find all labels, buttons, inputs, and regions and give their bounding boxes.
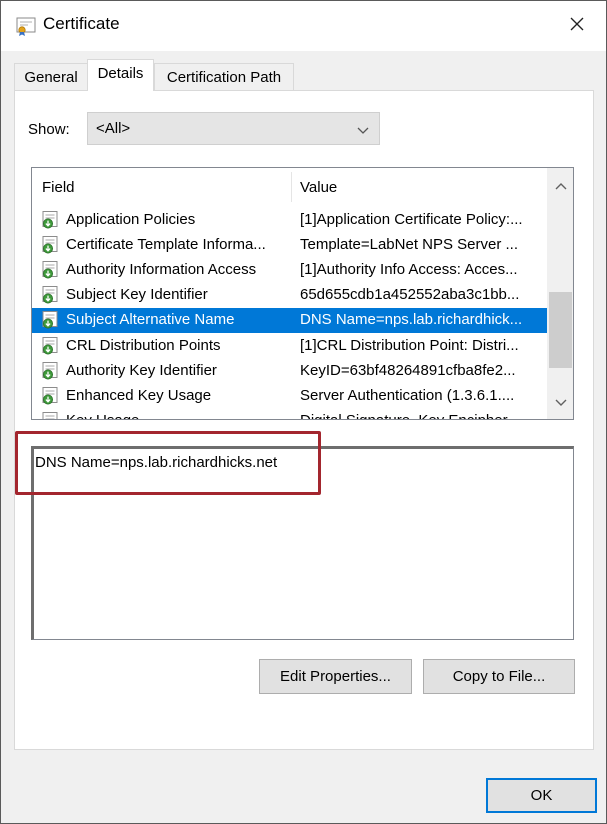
list-item-value: DNS Name=nps.lab.richardhick...: [300, 311, 523, 328]
tab-general[interactable]: General: [14, 63, 88, 91]
chevron-down-icon: [555, 394, 567, 411]
field-list[interactable]: Field Value Application Policies [1]Appl…: [31, 167, 574, 420]
list-item-field: Subject Alternative Name: [66, 311, 235, 328]
list-item-field: Certificate Template Informa...: [66, 236, 266, 253]
scroll-down-button[interactable]: [547, 385, 573, 419]
certificate-icon: [15, 15, 37, 37]
list-item-value: [1]Application Certificate Policy:...: [300, 211, 523, 228]
column-divider[interactable]: [291, 172, 292, 202]
list-item-field: Authority Key Identifier: [66, 362, 217, 379]
list-item-value: Template=LabNet NPS Server ...: [300, 236, 519, 253]
list-item-value: KeyID=63bf48264891cfba8fe2...: [300, 362, 516, 379]
list-item-value: 65d655cdb1a452552aba3c1bb...: [300, 286, 520, 303]
edit-properties-button[interactable]: Edit Properties...: [259, 659, 412, 694]
annotation-highlight-box: [15, 431, 321, 495]
list-item[interactable]: Authority Information Access [1]Authorit…: [32, 258, 547, 283]
certificate-field-icon: [40, 210, 60, 230]
certificate-field-icon: [40, 411, 60, 419]
scrollbar-thumb[interactable]: [549, 292, 572, 368]
list-item-value: Server Authentication (1.3.6.1....: [300, 387, 515, 404]
chevron-down-icon: [357, 123, 369, 140]
tab-certification-path[interactable]: Certification Path: [154, 63, 294, 91]
show-dropdown-value: <All>: [96, 120, 131, 137]
certificate-field-icon: [40, 386, 60, 406]
certificate-field-icon: [40, 361, 60, 381]
list-item-field: Enhanced Key Usage: [66, 387, 212, 404]
list-item[interactable]: Subject Key Identifier 65d655cdb1a452552…: [32, 283, 547, 308]
list-item[interactable]: Certificate Template Informa... Template…: [32, 233, 547, 258]
show-label: Show:: [28, 121, 70, 138]
list-header: Field Value: [32, 168, 547, 208]
list-item-field: Application Policies: [66, 211, 196, 228]
ok-button[interactable]: OK: [486, 778, 597, 813]
list-item-field: Authority Information Access: [66, 261, 257, 278]
list-item[interactable]: Key Usage Digital Signature, Key Enciphe…: [32, 409, 547, 419]
certificate-field-icon: [40, 310, 60, 330]
show-dropdown[interactable]: <All>: [87, 112, 380, 145]
copy-to-file-button[interactable]: Copy to File...: [423, 659, 575, 694]
tab-details[interactable]: Details: [87, 59, 154, 91]
certificate-field-icon: [40, 285, 60, 305]
list-item-field: Key Usage: [66, 412, 286, 419]
certificate-field-icon: [40, 260, 60, 280]
list-item-value: Digital Signature, Key Encipher...: [300, 412, 544, 419]
scroll-up-button[interactable]: [547, 168, 573, 202]
list-item[interactable]: Authority Key Identifier KeyID=63bf48264…: [32, 359, 547, 384]
list-item-field: Subject Key Identifier: [66, 286, 208, 303]
window-title: Certificate: [43, 14, 120, 33]
certificate-field-icon: [40, 235, 60, 255]
column-header-field[interactable]: Field: [42, 179, 75, 196]
list-item-selected[interactable]: Subject Alternative Name DNS Name=nps.la…: [32, 308, 547, 333]
list-item-field: CRL Distribution Points: [66, 337, 221, 354]
list-item-value: [1]CRL Distribution Point: Distri...: [300, 337, 519, 354]
chevron-up-icon: [555, 177, 567, 194]
list-item-value: [1]Authority Info Access: Acces...: [300, 261, 518, 278]
close-button[interactable]: [557, 9, 597, 43]
list-item[interactable]: Application Policies [1]Application Cert…: [32, 208, 547, 233]
certificate-dialog: Certificate General Details Certificatio…: [0, 0, 607, 824]
list-item[interactable]: Enhanced Key Usage Server Authentication…: [32, 384, 547, 409]
list-item[interactable]: CRL Distribution Points [1]CRL Distribut…: [32, 334, 547, 359]
certificate-field-icon: [40, 336, 60, 356]
close-icon: [569, 16, 585, 36]
column-header-value[interactable]: Value: [300, 179, 337, 196]
list-scrollbar[interactable]: [547, 168, 573, 419]
title-bar: Certificate: [1, 1, 606, 51]
